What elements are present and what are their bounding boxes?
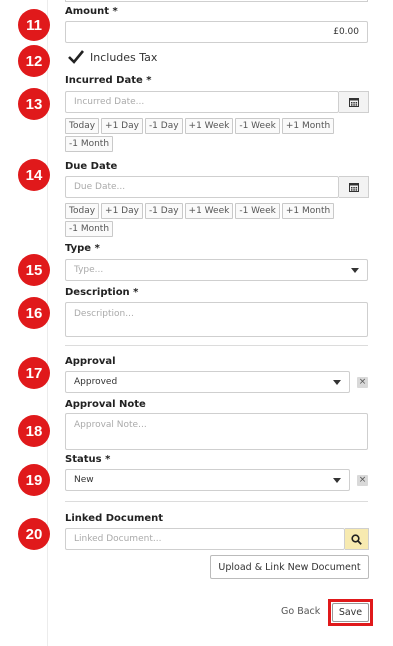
approval-note-placeholder: Approval Note... bbox=[74, 420, 147, 430]
linked-document-label: Linked Document bbox=[65, 513, 164, 524]
step-badge-15: 15 bbox=[18, 254, 50, 286]
due-date-quick-buttons: Today +1 Day -1 Day +1 Week -1 Week +1 M… bbox=[65, 203, 365, 237]
incurred-date-quick-buttons: Today +1 Day -1 Day +1 Week -1 Week +1 M… bbox=[65, 118, 365, 152]
step-badge-16: 16 bbox=[18, 297, 50, 329]
status-value: New bbox=[74, 475, 94, 485]
calendar-icon bbox=[348, 98, 359, 107]
checkmark-icon bbox=[68, 50, 84, 64]
incurred-plus-month-button[interactable]: +1 Month bbox=[281, 118, 335, 134]
due-date-placeholder: Due Date... bbox=[74, 182, 126, 192]
step-badge-18: 18 bbox=[18, 415, 50, 447]
step-badge-19: 19 bbox=[18, 464, 50, 496]
incurred-minus-day-button[interactable]: -1 Day bbox=[144, 118, 183, 134]
step-badge-11: 11 bbox=[18, 9, 50, 41]
approval-note-textarea[interactable]: Approval Note... bbox=[65, 413, 368, 450]
due-date-calendar-button[interactable] bbox=[339, 176, 369, 198]
due-plus-week-button[interactable]: +1 Week bbox=[184, 203, 234, 219]
incurred-plus-day-button[interactable]: +1 Day bbox=[101, 118, 143, 134]
description-textarea[interactable]: Description... bbox=[65, 302, 368, 337]
section-divider bbox=[65, 345, 368, 346]
incurred-minus-month-button[interactable]: -1 Month bbox=[65, 136, 114, 152]
description-label: Description * bbox=[65, 287, 139, 298]
amount-input[interactable]: £0.00 bbox=[65, 21, 368, 43]
step-badge-13: 13 bbox=[18, 88, 50, 120]
approval-clear-button[interactable]: × bbox=[357, 377, 368, 388]
due-date-label: Due Date bbox=[65, 161, 118, 172]
type-select[interactable]: Type... bbox=[65, 259, 368, 281]
approval-note-label: Approval Note bbox=[65, 399, 146, 410]
previous-field-edge bbox=[65, 0, 368, 2]
approval-label: Approval bbox=[65, 356, 116, 367]
approval-value: Approved bbox=[74, 377, 118, 387]
due-minus-month-button[interactable]: -1 Month bbox=[65, 221, 114, 237]
go-back-link[interactable]: Go Back bbox=[281, 606, 320, 617]
due-today-button[interactable]: Today bbox=[65, 203, 100, 219]
chevron-down-icon bbox=[333, 380, 341, 385]
linked-document-search-button[interactable] bbox=[345, 528, 369, 550]
chevron-down-icon bbox=[351, 268, 359, 273]
includes-tax-label: Includes Tax bbox=[90, 50, 158, 64]
due-plus-month-button[interactable]: +1 Month bbox=[281, 203, 335, 219]
chevron-down-icon bbox=[333, 478, 341, 483]
description-placeholder: Description... bbox=[74, 309, 134, 319]
due-plus-day-button[interactable]: +1 Day bbox=[101, 203, 143, 219]
amount-value: £0.00 bbox=[333, 27, 359, 37]
linked-document-input[interactable]: Linked Document... bbox=[65, 528, 345, 550]
section-divider bbox=[65, 501, 368, 502]
step-badge-17: 17 bbox=[18, 357, 50, 389]
due-minus-day-button[interactable]: -1 Day bbox=[144, 203, 183, 219]
due-minus-week-button[interactable]: -1 Week bbox=[235, 203, 280, 219]
due-date-input[interactable]: Due Date... bbox=[65, 176, 339, 198]
save-button[interactable]: Save bbox=[332, 603, 369, 622]
type-label: Type * bbox=[65, 243, 100, 254]
step-badge-12: 12 bbox=[18, 45, 50, 77]
upload-link-document-button[interactable]: Upload & Link New Document bbox=[210, 555, 369, 579]
incurred-today-button[interactable]: Today bbox=[65, 118, 100, 134]
calendar-icon bbox=[348, 183, 359, 192]
incurred-minus-week-button[interactable]: -1 Week bbox=[235, 118, 280, 134]
status-select[interactable]: New bbox=[65, 469, 350, 491]
incurred-date-calendar-button[interactable] bbox=[339, 91, 369, 113]
search-icon bbox=[351, 533, 362, 545]
linked-document-placeholder: Linked Document... bbox=[74, 534, 162, 544]
step-badge-14: 14 bbox=[18, 159, 50, 191]
includes-tax-checkbox[interactable]: Includes Tax bbox=[68, 50, 157, 64]
status-label: Status * bbox=[65, 454, 111, 465]
approval-select[interactable]: Approved bbox=[65, 371, 350, 393]
amount-label: Amount * bbox=[65, 6, 118, 17]
incurred-date-label: Incurred Date * bbox=[65, 75, 152, 86]
incurred-plus-week-button[interactable]: +1 Week bbox=[184, 118, 234, 134]
incurred-date-placeholder: Incurred Date... bbox=[74, 97, 145, 107]
incurred-date-input[interactable]: Incurred Date... bbox=[65, 91, 339, 113]
type-placeholder: Type... bbox=[74, 265, 104, 275]
status-clear-button[interactable]: × bbox=[357, 475, 368, 486]
step-badge-20: 20 bbox=[18, 518, 50, 550]
